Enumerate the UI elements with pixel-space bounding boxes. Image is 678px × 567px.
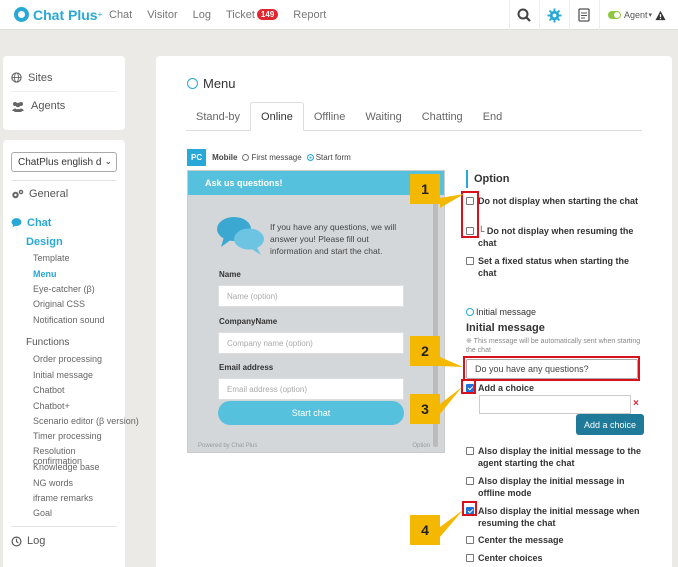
callout-pointers	[440, 194, 464, 537]
callout-badge-2: 2	[410, 336, 440, 366]
callout-badge-1: 1	[410, 174, 440, 204]
callout-badge-3: 3	[410, 394, 440, 424]
callout-badge-4: 4	[410, 515, 440, 545]
